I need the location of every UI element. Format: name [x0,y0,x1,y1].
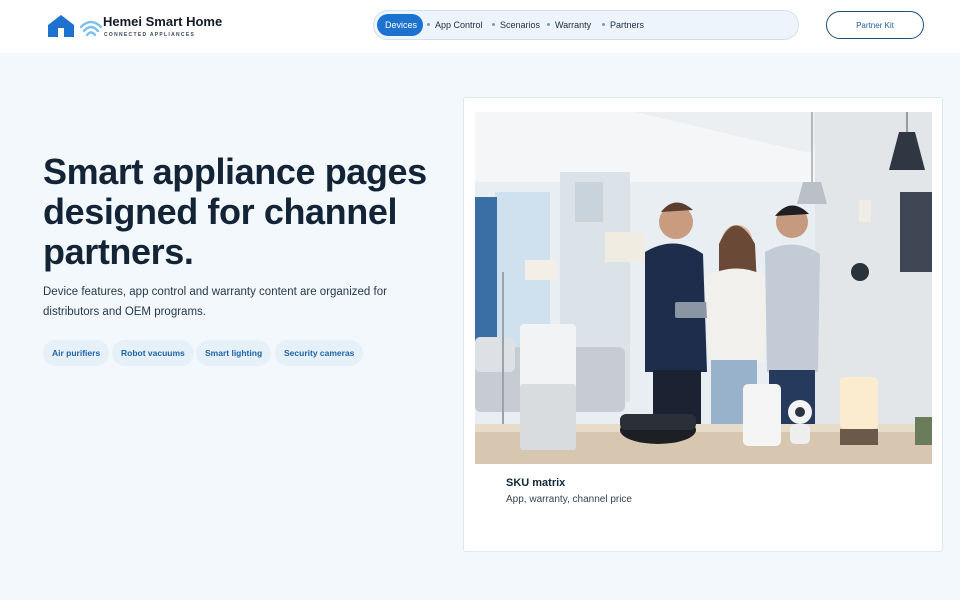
chip-air-purifiers[interactable]: Air purifiers [43,340,110,366]
card-subtitle: App, warranty, channel price [506,494,632,505]
nav-item-warranty[interactable]: Warranty [547,14,591,36]
house-wifi-icon [48,15,103,37]
nav-item-scenarios[interactable]: Scenarios [492,14,540,36]
nav-item-app-control[interactable]: App Control [427,14,483,36]
chip-smart-lighting[interactable]: Smart lighting [196,340,272,366]
nav-label: Scenarios [500,20,541,30]
nav-label: App Control [435,20,483,30]
bullet-icon [602,23,605,27]
hero-title: Smart appliance pages designed for chann… [43,151,427,272]
living-room-photo [475,112,932,464]
site-header: Hemei Smart Home CONNECTED APPLIANCES De… [0,0,960,53]
partner-kit-button[interactable]: Partner Kit [826,11,924,39]
bullet-icon [492,23,495,27]
brand-name: Hemei Smart Home [103,14,223,29]
main-nav: Devices App Control Scenarios Warranty P… [373,10,799,40]
product-card: SKU matrix App, warranty, channel price [463,97,943,552]
nav-label: Warranty [555,20,592,30]
bullet-icon [547,23,550,27]
hero-description: Device features, app control and warrant… [43,286,387,318]
card-title: SKU matrix [506,477,566,489]
nav-item-partners[interactable]: Partners [602,14,644,36]
chip-security-cameras[interactable]: Security cameras [275,340,364,366]
brand-tagline: CONNECTED APPLIANCES [104,32,196,38]
hero-photo [475,112,932,464]
nav-item-devices[interactable]: Devices [377,14,423,36]
bullet-icon [427,23,430,27]
nav-label: Partners [610,20,645,30]
chip-robot-vacuums[interactable]: Robot vacuums [112,340,194,366]
